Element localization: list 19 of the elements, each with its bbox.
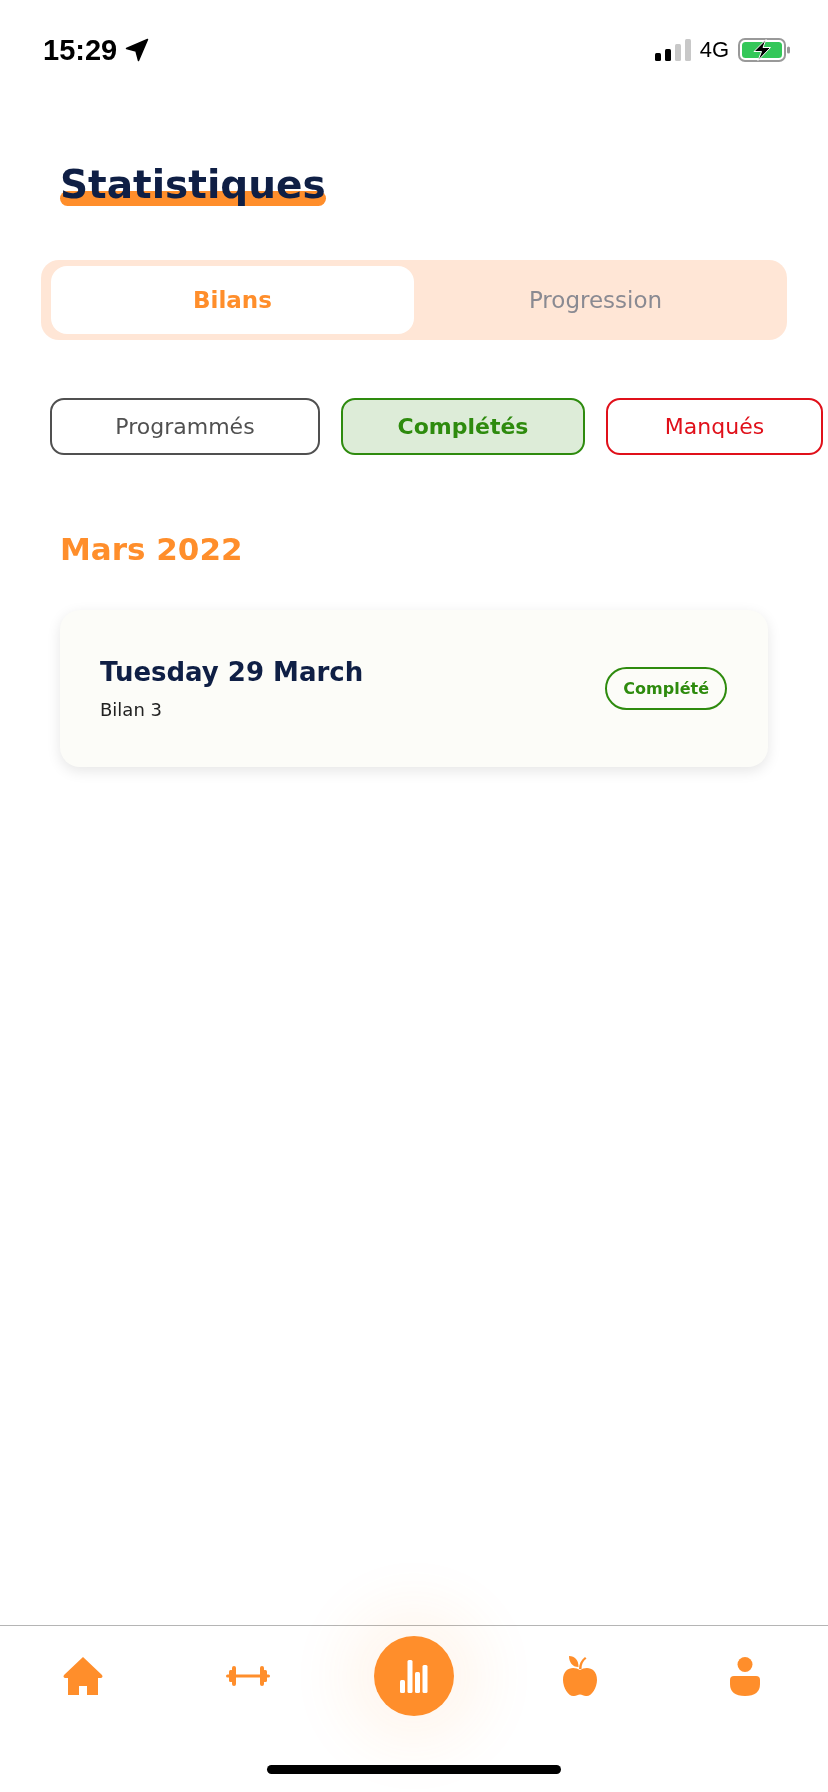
month-heading: Mars 2022 xyxy=(60,530,244,569)
status-time: 15:29 xyxy=(43,33,118,67)
filter-chip[interactable]: Complétés xyxy=(341,398,585,455)
bar-chart-icon xyxy=(400,1659,428,1693)
segment-tab[interactable]: Progression xyxy=(414,266,777,334)
dumbbell-icon xyxy=(226,1665,271,1687)
filter-chip[interactable]: Manqués xyxy=(606,398,823,455)
status-badge: Complété xyxy=(605,667,727,710)
battery-charging-icon xyxy=(738,38,791,62)
report-name: Bilan 3 xyxy=(100,699,163,720)
network-label: 4G xyxy=(699,37,729,63)
apple-icon xyxy=(561,1655,598,1697)
report-date: Tuesday 29 March xyxy=(100,657,364,687)
report-card[interactable]: Tuesday 29 March Bilan 3 Complété xyxy=(60,610,768,767)
signal-icon xyxy=(654,39,691,61)
location-arrow-icon xyxy=(125,38,150,62)
filter-chip[interactable]: Programmés xyxy=(50,398,320,455)
home-icon xyxy=(61,1656,104,1696)
person-icon xyxy=(730,1656,761,1696)
